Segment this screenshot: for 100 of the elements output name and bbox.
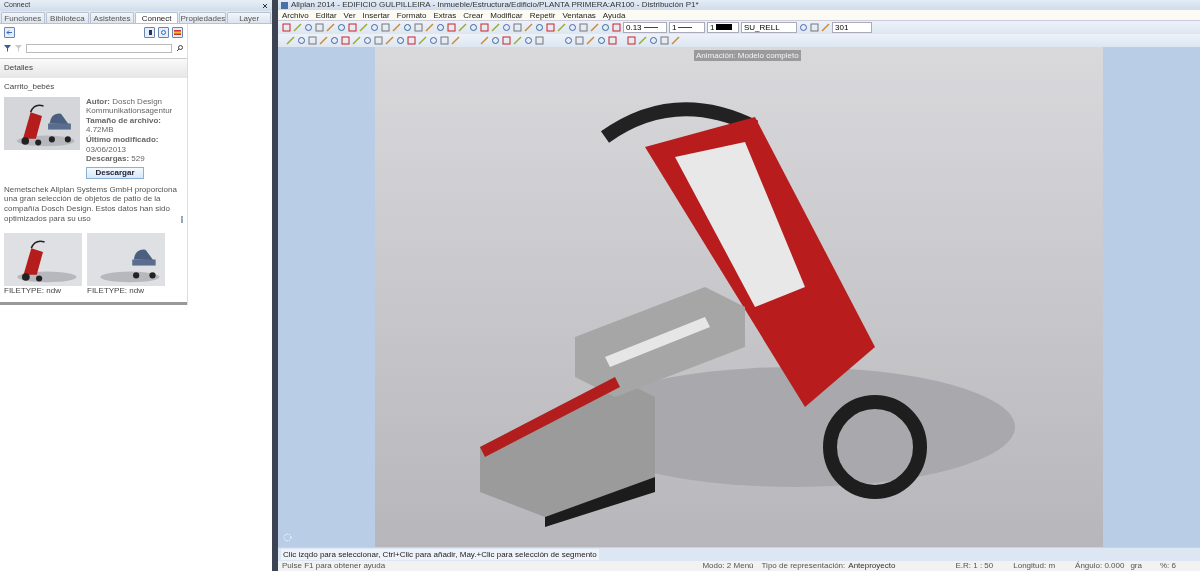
toolbar-button[interactable] — [403, 22, 412, 32]
toolbar-button[interactable] — [286, 36, 295, 46]
toolbar-button[interactable] — [491, 36, 500, 46]
toolbar-button[interactable] — [660, 36, 669, 46]
login-button[interactable] — [144, 27, 155, 38]
toolbar-button[interactable] — [799, 22, 808, 32]
filter-icon[interactable] — [4, 45, 11, 52]
toolbar-button[interactable] — [381, 22, 390, 32]
toolbar-button[interactable] — [557, 22, 566, 32]
expand-icon[interactable] — [180, 216, 183, 224]
toolbar-button[interactable] — [638, 36, 647, 46]
toolbar-button[interactable] — [330, 36, 339, 46]
detail-text: Autor: Dosch Design Kommunikationsagentur — [86, 96, 174, 116]
menu-item[interactable]: Ayuda — [602, 10, 626, 20]
toolbar-button[interactable] — [480, 36, 489, 46]
toolbar-button[interactable] — [469, 22, 478, 32]
toolbar-button[interactable] — [414, 22, 423, 32]
toolbar-button[interactable] — [586, 36, 595, 46]
menu-item[interactable]: Archivo — [282, 10, 309, 20]
toolbar-button[interactable] — [418, 36, 427, 46]
toolbar-button[interactable] — [425, 22, 434, 32]
language-button[interactable] — [172, 27, 183, 38]
panel-tab[interactable]: Layer — [227, 12, 271, 23]
toolbar-button[interactable] — [513, 36, 522, 46]
menu-item[interactable]: Crear — [463, 10, 484, 20]
panel-tab[interactable]: Connect — [134, 12, 179, 23]
panel-tab[interactable]: Funciones — [1, 12, 45, 23]
toolbar-button[interactable] — [458, 22, 467, 32]
toolbar-button[interactable] — [612, 22, 621, 32]
download-button[interactable]: Descargar — [86, 166, 144, 179]
toolbar-button[interactable] — [304, 22, 313, 32]
toolbar-button[interactable] — [326, 22, 335, 32]
toolbar-button[interactable] — [535, 36, 544, 46]
toolbar-button[interactable] — [359, 22, 368, 32]
toolbar-button[interactable] — [524, 22, 533, 32]
toolbar-button[interactable] — [480, 22, 489, 32]
toolbar-button[interactable] — [308, 36, 317, 46]
toolbar-button[interactable] — [546, 22, 555, 32]
toolbar-button[interactable] — [447, 22, 456, 32]
toolbar-button[interactable] — [601, 22, 610, 32]
toolbar-button[interactable] — [671, 36, 680, 46]
search-field[interactable] — [26, 44, 172, 53]
toolbar-button[interactable] — [810, 22, 819, 32]
toolbar-button[interactable] — [337, 22, 346, 32]
toolbar-button[interactable] — [370, 22, 379, 32]
toolbar-button[interactable] — [348, 22, 357, 32]
search-icon[interactable] — [176, 45, 183, 52]
toolbar-button[interactable] — [590, 22, 599, 32]
toolbar-button[interactable] — [363, 36, 372, 46]
toolbar-button[interactable] — [502, 22, 511, 32]
toolbar-button[interactable] — [352, 36, 361, 46]
toolbar-button[interactable] — [293, 22, 302, 32]
toolbar-button[interactable] — [564, 36, 573, 46]
toolbar-button[interactable] — [436, 22, 445, 32]
toolbar-button[interactable] — [440, 36, 449, 46]
back-button[interactable] — [4, 27, 15, 38]
menu-item[interactable]: Repetir — [529, 10, 556, 20]
toolbar-button[interactable] — [297, 36, 306, 46]
toolbar-button[interactable] — [524, 36, 533, 46]
toolbar-button[interactable] — [491, 22, 500, 32]
toolbar-button[interactable] — [597, 36, 606, 46]
toolbar-button[interactable] — [821, 22, 830, 32]
toolbar-button[interactable] — [407, 36, 416, 46]
status-angle: Ángulo: 0.000 — [1075, 561, 1125, 571]
layer-dropdown[interactable]: SU_RELL — [741, 21, 797, 33]
toolbar-button[interactable] — [649, 36, 658, 46]
menu-item[interactable]: Modificar — [490, 10, 523, 20]
toolbar-button[interactable] — [535, 22, 544, 32]
line-dropdown[interactable]: 1 — [669, 21, 705, 33]
toolbar-button[interactable] — [385, 36, 394, 46]
toolbar-button[interactable] — [319, 36, 328, 46]
panel-tab[interactable]: Biblioteca — [45, 12, 90, 23]
toolbar-button[interactable] — [429, 36, 438, 46]
menu-item[interactable]: Ventanas — [562, 10, 596, 20]
toolbar-button[interactable] — [579, 22, 588, 32]
toolbar-button[interactable] — [608, 36, 617, 46]
toolbar-button[interactable] — [568, 22, 577, 32]
menu-item[interactable]: Ver — [343, 10, 356, 20]
toolbar-button[interactable] — [502, 36, 511, 46]
toolbar-button[interactable] — [282, 22, 291, 32]
pen-dropdown[interactable]: 0.13 — [623, 21, 667, 33]
panel-tab[interactable]: Asistentes — [90, 12, 134, 23]
toolbar-button[interactable] — [396, 36, 405, 46]
toolbar-button[interactable] — [315, 22, 324, 32]
menu-item[interactable]: Extras — [433, 10, 457, 20]
clear-filter-icon[interactable] — [15, 45, 22, 52]
menu-item[interactable]: Editar — [315, 10, 337, 20]
toolbar-button[interactable] — [451, 36, 460, 46]
toolbar-button[interactable] — [627, 36, 636, 46]
toolbar-button[interactable] — [374, 36, 383, 46]
color-dropdown[interactable]: 1 — [707, 21, 739, 33]
pattern-dropdown[interactable]: 301 — [832, 21, 872, 33]
toolbar-button[interactable] — [513, 22, 522, 32]
panel-tab[interactable]: Propiedades — [179, 12, 227, 23]
menu-item[interactable]: Insertar — [362, 10, 390, 20]
toolbar-button[interactable] — [341, 36, 350, 46]
close-icon[interactable] — [262, 2, 268, 9]
toolbar-button[interactable] — [392, 22, 401, 32]
toolbar-button[interactable] — [575, 36, 584, 46]
menu-item[interactable]: Formato — [396, 10, 427, 20]
